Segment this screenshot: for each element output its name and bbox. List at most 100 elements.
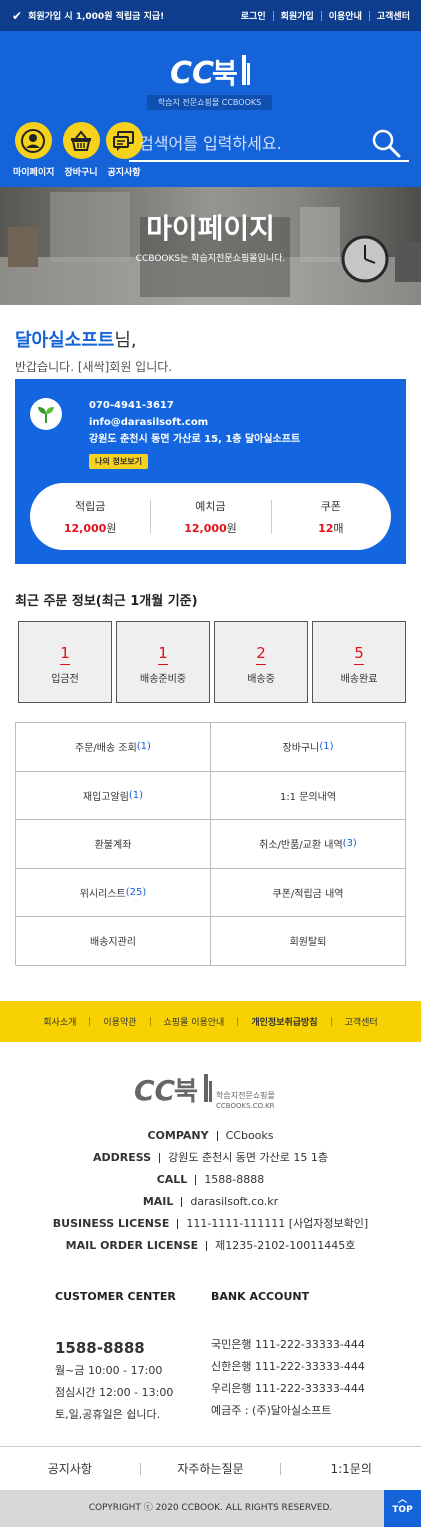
menu-label: 재입고알림	[82, 791, 129, 803]
svg-text:북: 북	[212, 57, 238, 90]
scroll-top-button[interactable]: ︿ TOP	[384, 1490, 421, 1527]
menu-restock-alert[interactable]: 재입고알림 (1)	[16, 771, 211, 820]
member-grade-message: 반갑습니다. [새싹]회원 입니다.	[15, 360, 173, 374]
bank-account-title: BANK ACCOUNT	[211, 1290, 310, 1303]
basket-icon	[62, 122, 100, 159]
balance-summary: 적립금 12,000원 예치금 12,000원 쿠폰 12매	[30, 483, 391, 550]
footer-nav: 회사소개 이용약관 쇼핑몰 이용안내 개인정보취급방침 고객센터	[0, 1001, 421, 1042]
menu-cancel-return[interactable]: 취소/반품/교환 내역 (3)	[211, 820, 406, 869]
login-link[interactable]: 로그인	[234, 9, 273, 22]
menu-withdraw[interactable]: 회원탈퇴	[211, 917, 406, 966]
stat-deposit[interactable]: 예치금 12,000원	[150, 498, 270, 536]
customer-center-link[interactable]: 고객센터	[370, 9, 417, 22]
guide-link[interactable]: 이용안내	[322, 9, 369, 22]
customer-center-phone: 1588-8888	[55, 1339, 145, 1357]
mypage-menu: 주문/배송 조회 (1) 장바구니 (1) 재입고알림 (1) 1:1 문의내역 환불…	[15, 722, 406, 966]
menu-inquiry-history[interactable]: 1:1 문의내역	[211, 771, 406, 820]
footer-link-privacy[interactable]: 개인정보취급방침	[238, 1015, 330, 1028]
signup-promo-text: 회원가입 시 1,000원 적립금 지급!	[28, 12, 165, 22]
order-count: 5	[313, 644, 405, 665]
menu-count: (25)	[125, 886, 147, 898]
bank-account-info: 국민은행 111-222-33333-444 신한은행 111-222-3333…	[211, 1334, 365, 1422]
user-icon	[14, 122, 52, 159]
svg-text:CC: CC	[170, 56, 214, 91]
menu-label: 위시리스트	[79, 888, 126, 900]
stat-coupon[interactable]: 쿠폰 12매	[270, 498, 391, 536]
menu-cart[interactable]: 장바구니 (1)	[211, 723, 406, 772]
profile-address: 강원도 춘천시 동면 가산로 15, 1층 달아실소프트	[89, 434, 301, 445]
company-info: COMPANY CCbooks ADDRESS 강원도 춘천시 동면 가산로 15 …	[0, 1125, 421, 1257]
customer-center-title: CUSTOMER CENTER	[55, 1290, 176, 1303]
faq-link[interactable]: 자주하는질문	[141, 1460, 281, 1477]
signup-link[interactable]: 회원가입	[274, 9, 321, 22]
chevron-up-icon: ︿	[397, 1495, 407, 1505]
quick-mypage[interactable]: 마이페이지	[13, 122, 55, 178]
footer-link-support[interactable]: 고객센터	[332, 1015, 391, 1028]
page-subtitle: CCBOOKS는 학습지전문쇼핑몰입니다.	[135, 254, 286, 264]
my-info-button[interactable]: 나의 정보보기	[89, 454, 148, 469]
bank-line: 국민은행 111-222-33333-444	[211, 1338, 365, 1351]
hours-line: 월~금 10:00 - 17:00	[55, 1364, 163, 1377]
top-bar: ✔ 회원가입 시 1,000원 적립금 지급! 로그인 회원가입 이용안내 고객…	[0, 0, 421, 31]
search-icon[interactable]	[371, 128, 401, 158]
order-status-pending-payment[interactable]: 1 입금전	[18, 621, 112, 703]
search-input[interactable]	[139, 130, 359, 156]
menu-label: 1:1 문의내역	[279, 791, 337, 803]
footer-link-terms[interactable]: 이용약관	[90, 1015, 149, 1028]
notice-link[interactable]: 공지사항	[0, 1460, 140, 1477]
greeting: 달아실소프트님, 반갑습니다. [새싹]회원 입니다.	[15, 326, 172, 375]
quick-cart-label: 장바구니	[64, 168, 98, 178]
menu-address-book[interactable]: 배송지관리	[16, 917, 211, 966]
site-logo[interactable]: CC 북	[168, 45, 252, 95]
stat-value: 12,000	[184, 521, 227, 535]
page-banner: 마이페이지 CCBOOKS는 학습지전문쇼핑몰입니다.	[0, 187, 421, 305]
sprout-icon	[30, 398, 62, 430]
account-holder: 예금주 : (주)달아실소프트	[211, 1404, 332, 1417]
address-row: ADDRESS 강원도 춘천시 동면 가산로 15 1층	[92, 1151, 329, 1164]
stat-unit: 원	[106, 521, 117, 535]
search-bar	[129, 124, 409, 162]
order-status-preparing[interactable]: 1 배송준비중	[116, 621, 210, 703]
order-status-delivered[interactable]: 5 배송완료	[312, 621, 406, 703]
menu-label: 쿠폰/적립금 내역	[272, 888, 344, 900]
quick-cart[interactable]: 장바구니	[61, 122, 101, 178]
inquiry-link[interactable]: 1:1문의	[281, 1460, 421, 1477]
order-count: 1	[19, 644, 111, 665]
order-status-shipping[interactable]: 2 배송중	[214, 621, 308, 703]
order-count: 1	[117, 644, 209, 665]
holiday-line: 토,일,공휴일은 쉽니다.	[55, 1408, 161, 1421]
stat-label: 적립금	[74, 499, 106, 513]
svg-text:CCBOOKS.CO.KR: CCBOOKS.CO.KR	[216, 1102, 275, 1110]
svg-text:CC: CC	[134, 1074, 176, 1107]
header: CC 북 학습지 전문쇼핑몰 CCBOOKS 마이페이지 장바구니 공지사항	[0, 31, 421, 187]
menu-count: (1)	[128, 789, 144, 801]
copyright: COPYRIGHT ⓒ 2020 CCBOOK. ALL RIGHTS RESE…	[0, 1490, 421, 1527]
business-license-row: BUSINESS LICENSE 111-1111-111111 [사업자정보확인…	[52, 1217, 369, 1230]
menu-label: 환불계좌	[94, 840, 132, 852]
footer-link-guide[interactable]: 쇼핑몰 이용안내	[151, 1015, 238, 1028]
menu-label: 장바구니	[282, 743, 320, 755]
order-status-list: 1 입금전 1 배송준비중 2 배송중 5 배송완료	[18, 621, 406, 703]
menu-refund-account[interactable]: 환불계좌	[16, 820, 211, 869]
menu-order-history[interactable]: 주문/배송 조회 (1)	[16, 723, 211, 772]
footer-link-about[interactable]: 회사소개	[30, 1015, 89, 1028]
profile-email: info@darasilsoft.com	[89, 417, 209, 428]
stat-unit: 매	[333, 521, 344, 535]
check-icon: ✔	[12, 8, 23, 23]
order-status-label: 배송중	[247, 674, 275, 685]
signup-promo[interactable]: ✔ 회원가입 시 1,000원 적립금 지급!	[12, 9, 164, 23]
member-name: 달아실소프트	[15, 330, 115, 351]
recent-orders-title: 최근 주문 정보(최근 1개월 기준)	[15, 594, 198, 609]
menu-wishlist[interactable]: 위시리스트 (25)	[16, 868, 211, 917]
bottom-links: 공지사항 자주하는질문 1:1문의	[0, 1446, 421, 1490]
logo-subtitle: 학습지 전문쇼핑몰 CCBOOKS	[147, 95, 272, 110]
menu-coupon-points[interactable]: 쿠폰/적립금 내역	[211, 868, 406, 917]
profile-card: 070-4941-3617 info@darasilsoft.com 강원도 춘…	[15, 379, 406, 564]
quick-mypage-label: 마이페이지	[13, 168, 55, 178]
member-suffix: 님,	[114, 330, 137, 351]
bank-line: 신한은행 111-222-33333-444	[211, 1360, 365, 1373]
contact-info: 070-4941-3617 info@darasilsoft.com 강원도 춘…	[89, 397, 300, 448]
order-status-label: 배송완료	[340, 674, 378, 685]
stat-points[interactable]: 적립금 12,000원	[30, 498, 150, 536]
menu-count: (3)	[342, 838, 357, 850]
